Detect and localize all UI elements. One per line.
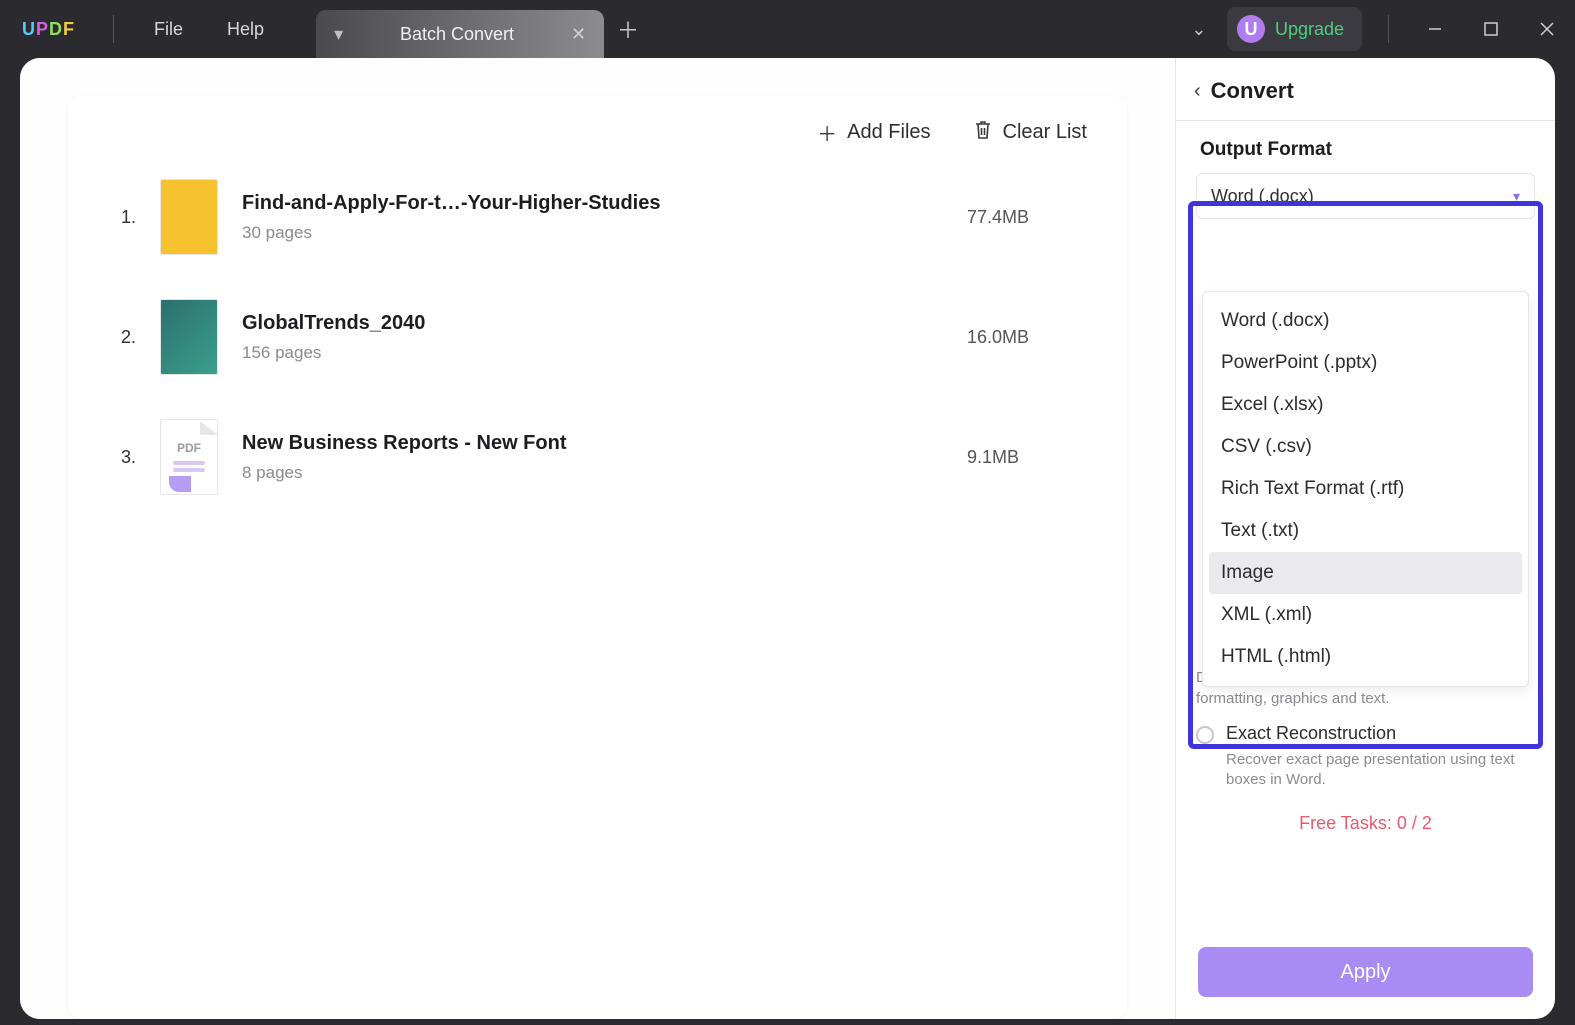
exact-reconstruction-description: Recover exact page presentation using te… xyxy=(1226,750,1535,791)
side-footer: Apply xyxy=(1176,933,1555,1019)
format-option[interactable]: PowerPoint (.pptx) xyxy=(1209,342,1522,384)
file-pages: 8 pages xyxy=(242,463,943,483)
separator xyxy=(113,15,114,43)
file-name: Find-and-Apply-For-t…-Your-Higher-Studie… xyxy=(242,192,943,215)
file-info: Find-and-Apply-For-t…-Your-Higher-Studie… xyxy=(242,192,943,243)
tab-title: Batch Convert xyxy=(343,24,571,45)
format-option[interactable]: HTML (.html) xyxy=(1209,636,1522,678)
plus-icon: ＋ xyxy=(817,118,837,147)
titlebar-chevron-down-icon[interactable]: ⌄ xyxy=(1179,19,1219,40)
workspace: ＋ Add Files Clear List 1. Find-and-Apply-… xyxy=(20,58,1555,1019)
titlebar: UPDF File Help ▾ Batch Convert ✕ ＋ ⌄ U U… xyxy=(0,0,1575,58)
app-logo: UPDF xyxy=(22,19,75,40)
clear-list-button[interactable]: Clear List xyxy=(973,118,1087,147)
file-name: GlobalTrends_2040 xyxy=(242,312,943,335)
radio-icon xyxy=(1196,726,1214,744)
file-index: 2. xyxy=(108,327,136,348)
file-info: GlobalTrends_2040 156 pages xyxy=(242,312,943,363)
upgrade-badge: U xyxy=(1237,15,1265,43)
format-option[interactable]: Text (.txt) xyxy=(1209,510,1522,552)
upgrade-label: Upgrade xyxy=(1275,19,1344,40)
file-info: New Business Reports - New Font 8 pages xyxy=(242,432,943,483)
file-index: 1. xyxy=(108,207,136,228)
file-row[interactable]: 1. Find-and-Apply-For-t…-Your-Higher-Stud… xyxy=(68,157,1127,277)
tabstrip: ▾ Batch Convert ✕ ＋ xyxy=(316,0,652,58)
free-tasks-counter: Free Tasks: 0 / 2 xyxy=(1196,813,1535,834)
chevron-down-icon: ▾ xyxy=(1513,188,1520,205)
file-thumbnail: PDF xyxy=(160,419,218,495)
trash-icon xyxy=(973,119,993,147)
add-files-button[interactable]: ＋ Add Files xyxy=(817,118,930,147)
window-minimize-button[interactable] xyxy=(1407,9,1463,49)
file-name: New Business Reports - New Font xyxy=(242,432,943,455)
format-option[interactable]: Rich Text Format (.rtf) xyxy=(1209,468,1522,510)
exact-reconstruction-option[interactable]: Exact Reconstruction Recover exact page … xyxy=(1196,723,1535,791)
back-icon[interactable]: ‹ xyxy=(1194,80,1201,103)
output-format-value: Word (.docx) xyxy=(1211,186,1314,207)
side-panel: ‹ Convert Output Format Word (.docx) ▾ D… xyxy=(1175,58,1555,1019)
file-row[interactable]: 3. PDF New Business Reports - New Font 8 pa… xyxy=(68,397,1127,517)
file-size: 16.0MB xyxy=(967,327,1087,348)
output-format-dropdown: Word (.docx)PowerPoint (.pptx)Excel (.xl… xyxy=(1202,291,1529,687)
output-format-select[interactable]: Word (.docx) ▾ xyxy=(1196,173,1535,219)
format-option[interactable]: Image xyxy=(1209,552,1522,594)
tab-close-icon[interactable]: ✕ xyxy=(571,24,586,45)
side-body: Output Format Word (.docx) ▾ Detect layo… xyxy=(1176,121,1555,933)
format-option[interactable]: CSV (.csv) xyxy=(1209,426,1522,468)
file-pages: 30 pages xyxy=(242,223,943,243)
file-row[interactable]: 2. GlobalTrends_2040 156 pages 16.0MB xyxy=(68,277,1127,397)
format-option[interactable]: XML (.xml) xyxy=(1209,594,1522,636)
add-files-label: Add Files xyxy=(847,121,930,144)
menu-file[interactable]: File xyxy=(132,19,205,40)
upgrade-button[interactable]: U Upgrade xyxy=(1227,7,1362,51)
format-option[interactable]: Word (.docx) xyxy=(1209,300,1522,342)
main-panel: ＋ Add Files Clear List 1. Find-and-Apply-… xyxy=(20,58,1175,1019)
layout-options: Detect layout and columns but only recov… xyxy=(1196,667,1535,834)
output-format-label: Output Format xyxy=(1200,139,1535,161)
exact-reconstruction-label: Exact Reconstruction xyxy=(1226,723,1535,744)
file-size: 77.4MB xyxy=(967,207,1087,228)
file-thumbnail xyxy=(160,299,218,375)
separator xyxy=(1388,15,1389,43)
file-toolbar: ＋ Add Files Clear List xyxy=(68,96,1127,157)
file-thumbnail xyxy=(160,179,218,255)
apply-button[interactable]: Apply xyxy=(1198,947,1533,997)
side-title: Convert xyxy=(1211,78,1294,104)
format-option[interactable]: Excel (.xlsx) xyxy=(1209,384,1522,426)
file-size: 9.1MB xyxy=(967,447,1087,468)
file-index: 3. xyxy=(108,447,136,468)
menu-help[interactable]: Help xyxy=(205,19,286,40)
new-tab-button[interactable]: ＋ xyxy=(604,5,652,53)
clear-list-label: Clear List xyxy=(1003,121,1087,144)
window-buttons xyxy=(1407,9,1575,49)
window-maximize-button[interactable] xyxy=(1463,9,1519,49)
file-pages: 156 pages xyxy=(242,343,943,363)
window-close-button[interactable] xyxy=(1519,9,1575,49)
tab-batch-convert[interactable]: ▾ Batch Convert ✕ xyxy=(316,10,604,58)
file-list-card: ＋ Add Files Clear List 1. Find-and-Apply-… xyxy=(68,96,1127,1019)
side-header: ‹ Convert xyxy=(1176,58,1555,121)
tab-dropdown-icon[interactable]: ▾ xyxy=(334,24,343,45)
